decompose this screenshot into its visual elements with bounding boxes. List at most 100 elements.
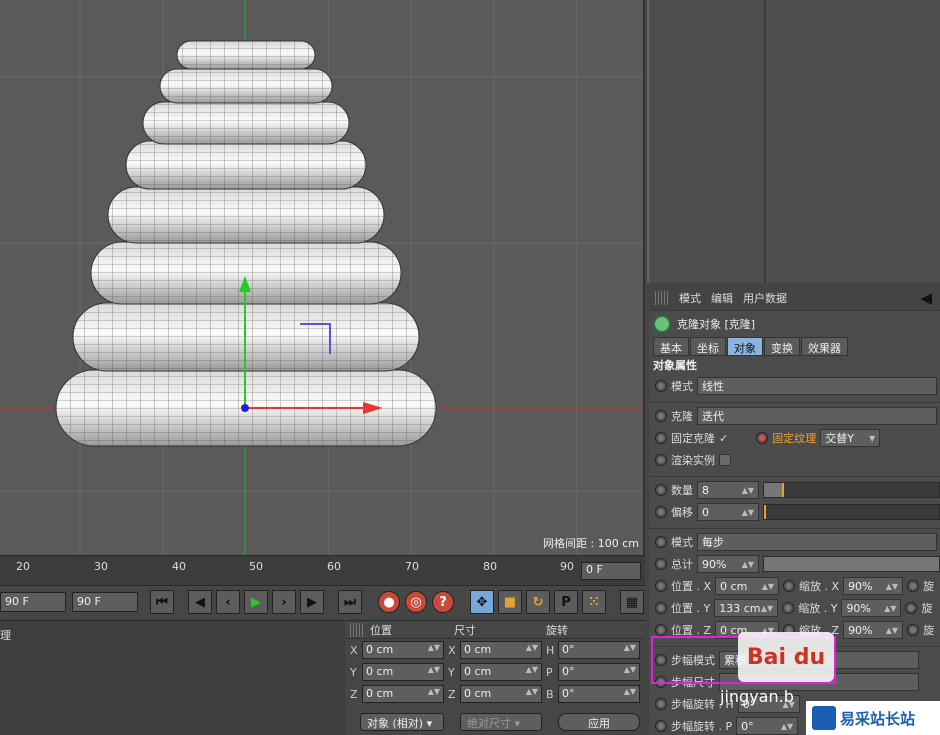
- render-instance-radio[interactable]: [655, 454, 667, 466]
- rotate-key-icon[interactable]: ↻: [526, 590, 550, 614]
- mode2-value: 每步: [702, 536, 724, 549]
- scale-y-field[interactable]: 90% ▲▼: [841, 599, 902, 617]
- scale-y-value: 90%: [846, 601, 871, 615]
- grip-icon[interactable]: [655, 290, 669, 305]
- menu-user-data[interactable]: 用户数据: [743, 290, 787, 306]
- mode-dropdown[interactable]: 线性: [697, 377, 937, 395]
- tab-effectors[interactable]: 效果器: [801, 337, 848, 356]
- rot-b-input-value: 0°: [562, 687, 575, 700]
- pos-z-input[interactable]: 0 cm ▲▼: [362, 685, 444, 703]
- menu-mode[interactable]: 模式: [679, 290, 701, 306]
- coords-grip-icon[interactable]: [350, 622, 364, 637]
- object-title: 克隆对象 [克隆]: [649, 311, 940, 337]
- offset-row: 偏移 0 ▲▼: [649, 501, 940, 523]
- object-mode-value: 对象 (相对): [367, 717, 424, 730]
- pos-x-field[interactable]: 0 cm ▲▼: [715, 577, 780, 595]
- rot-h-input[interactable]: 0° ▲▼: [558, 641, 640, 659]
- autokey-icon[interactable]: ◎: [405, 591, 427, 613]
- object-manager-panel[interactable]: [647, 0, 940, 283]
- mode-radio[interactable]: [655, 380, 667, 392]
- rot-h-label: 旋: [923, 580, 935, 593]
- go-to-end-icon[interactable]: ⏭: [338, 590, 362, 614]
- scale-key-icon[interactable]: ■: [498, 590, 522, 614]
- pos-y-input[interactable]: 0 cm ▲▼: [362, 663, 444, 681]
- pla-key-icon[interactable]: ⁙: [582, 590, 606, 614]
- step-rot-h-radio[interactable]: [655, 698, 667, 710]
- offset-slider[interactable]: [763, 504, 940, 520]
- count-slider[interactable]: [763, 482, 940, 498]
- tab-coord[interactable]: 坐标: [690, 337, 726, 356]
- pos-x-input[interactable]: 0 cm ▲▼: [362, 641, 444, 659]
- mode-label: 模式: [671, 380, 693, 393]
- prev-frame-icon[interactable]: ‹: [216, 590, 240, 614]
- rot-h-radio[interactable]: [907, 580, 920, 592]
- pos-y-radio[interactable]: [655, 602, 667, 614]
- tab-transform[interactable]: 变换: [764, 337, 800, 356]
- viewport-3d[interactable]: 网格间距 : 100 cm: [0, 0, 645, 555]
- film-icon[interactable]: ▦: [620, 590, 644, 614]
- rot-b-input[interactable]: 0° ▲▼: [558, 685, 640, 703]
- rot-p-input[interactable]: 0° ▲▼: [558, 663, 640, 681]
- count-value: 8: [702, 483, 709, 497]
- total-radio[interactable]: [655, 558, 667, 570]
- pos-y-label: 位置 . Y: [671, 602, 711, 615]
- count-label: 数量: [671, 484, 693, 497]
- abs-size-dropdown[interactable]: 绝对尺寸 ▾: [460, 713, 542, 731]
- step-rot-p-radio[interactable]: [655, 720, 667, 732]
- fixed-clone-check[interactable]: ✓: [719, 432, 728, 445]
- scale-x-radio[interactable]: [783, 580, 796, 592]
- transport-bar: 90 F 90 F ⏮ ◀ ‹ ▶ › ▶ ⏭ ● ◎ ? ✥ ■ ↻ P ⁙ …: [0, 585, 645, 619]
- count-field[interactable]: 8 ▲▼: [697, 481, 759, 499]
- end-frame-field[interactable]: 90 F: [0, 592, 66, 612]
- pos-z-radio[interactable]: [655, 624, 667, 636]
- move-key-icon[interactable]: ✥: [470, 590, 494, 614]
- preview-end-field[interactable]: 90 F: [72, 592, 138, 612]
- step-size-radio[interactable]: [655, 676, 667, 688]
- size-z-input[interactable]: 0 cm ▲▼: [460, 685, 542, 703]
- param-key-icon[interactable]: P: [554, 590, 578, 614]
- size-y-input[interactable]: 0 cm ▲▼: [460, 663, 542, 681]
- rot-p-radio[interactable]: [905, 602, 918, 614]
- clone-radio[interactable]: [655, 410, 667, 422]
- object-mode-dropdown[interactable]: 对象 (相对) ▾: [360, 713, 444, 731]
- pos-x-radio[interactable]: [655, 580, 667, 592]
- fixed-clone-row: 固定克隆 ✓ 固定纹理 交替Y ▼: [649, 427, 940, 449]
- offset-radio[interactable]: [655, 506, 667, 518]
- offset-field[interactable]: 0 ▲▼: [697, 503, 759, 521]
- menu-edit[interactable]: 编辑: [711, 290, 733, 306]
- clone-dropdown[interactable]: 迭代: [697, 407, 937, 425]
- apply-button[interactable]: 应用: [558, 713, 640, 731]
- fixed-texture-dropdown[interactable]: 交替Y ▼: [820, 429, 881, 447]
- fixed-clone-radio[interactable]: [655, 432, 667, 444]
- prev-key-icon[interactable]: ◀: [188, 590, 212, 614]
- next-frame-icon[interactable]: ›: [272, 590, 296, 614]
- tick-40: 40: [172, 560, 186, 573]
- mode2-dropdown[interactable]: 每步: [697, 533, 937, 551]
- mode2-radio[interactable]: [655, 536, 667, 548]
- help-icon[interactable]: ?: [432, 591, 454, 613]
- go-to-start-icon[interactable]: ⏮: [150, 590, 174, 614]
- size-z-input-value: 0 cm: [464, 687, 492, 700]
- tab-basic[interactable]: 基本: [653, 337, 689, 356]
- total-field[interactable]: 90% ▲▼: [697, 555, 759, 573]
- render-instance-checkbox[interactable]: [719, 454, 731, 466]
- material-manager[interactable]: 理: [0, 620, 345, 735]
- size-x-input[interactable]: 0 cm ▲▼: [460, 641, 542, 659]
- current-frame-field[interactable]: 0 F: [581, 562, 641, 580]
- timeline-ruler[interactable]: 20 30 40 50 60 70 80 90 0 F: [0, 555, 645, 585]
- scale-x-field[interactable]: 90% ▲▼: [843, 577, 904, 595]
- total-slider[interactable]: [763, 556, 940, 572]
- pos-y-field[interactable]: 133 cm ▲▼: [714, 599, 779, 617]
- next-key-icon[interactable]: ▶: [300, 590, 324, 614]
- tab-object[interactable]: 对象: [727, 337, 763, 356]
- scale-z-field[interactable]: 90% ▲▼: [843, 621, 904, 639]
- play-icon[interactable]: ▶: [244, 590, 268, 614]
- step-mode-radio[interactable]: [655, 654, 667, 666]
- rot-b-radio[interactable]: [907, 624, 920, 636]
- fixed-texture-radio[interactable]: [756, 432, 769, 444]
- step-rot-p-field[interactable]: 0° ▲▼: [736, 717, 799, 735]
- scale-y-radio[interactable]: [782, 602, 795, 614]
- record-icon[interactable]: ●: [378, 591, 400, 613]
- count-radio[interactable]: [655, 484, 667, 496]
- back-arrow-icon[interactable]: ◀: [920, 289, 932, 307]
